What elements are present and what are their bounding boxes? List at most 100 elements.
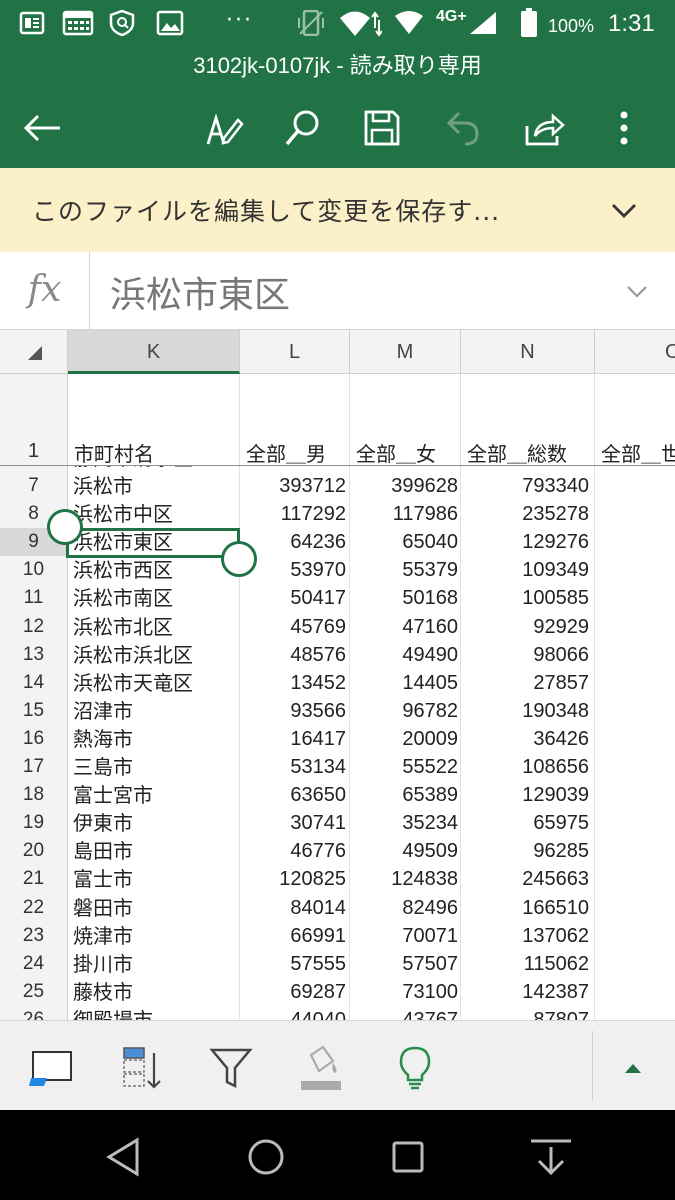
cell-total[interactable]: 96285 (461, 837, 591, 865)
cell-female[interactable]: 65389 (350, 781, 460, 809)
cell-municipality[interactable]: 沼津市 (73, 697, 238, 725)
row-number[interactable]: 22 (0, 893, 68, 922)
cell-female[interactable]: 70071 (350, 922, 460, 950)
table-row[interactable]: 12 浜松市北区 45769 47160 92929 (0, 612, 675, 641)
row-number[interactable]: 11 (0, 584, 68, 613)
formula-value[interactable]: 浜松市東区 (110, 266, 290, 318)
edit-notice-banner[interactable]: このファイルを編集して変更を保存す... (0, 168, 675, 252)
row-number[interactable]: 15 (0, 696, 68, 725)
header-cell[interactable]: 全部＿男 (240, 374, 350, 465)
cell-male[interactable]: 46776 (239, 837, 348, 865)
fill-color-icon[interactable] (296, 1043, 346, 1093)
edit-pen-icon[interactable] (202, 106, 246, 150)
table-row[interactable]: 18 富士宮市 63650 65389 129039 (0, 781, 675, 810)
header-cell[interactable]: 全部＿世 (595, 374, 675, 465)
header-cell[interactable]: 全部＿女 (350, 374, 461, 465)
cell-total[interactable]: 36426 (461, 725, 591, 753)
cell-female[interactable]: 49490 (350, 641, 460, 669)
sort-icon[interactable] (116, 1043, 166, 1093)
cell-total[interactable]: 87807 (461, 1006, 591, 1020)
cell-total[interactable]: 137062 (461, 922, 591, 950)
row-number[interactable]: 10 (0, 556, 68, 585)
row-number[interactable]: 17 (0, 753, 68, 782)
freeze-pane-icon[interactable] (26, 1043, 76, 1093)
row-number[interactable]: 18 (0, 781, 68, 810)
cell-municipality[interactable]: 掛川市 (73, 950, 238, 978)
table-row[interactable]: 17 三島市 53134 55522 108656 (0, 753, 675, 782)
filter-icon[interactable] (206, 1043, 256, 1093)
column-header-k[interactable]: K (68, 330, 240, 374)
cell-municipality[interactable]: 浜松市北区 (73, 613, 238, 641)
table-row[interactable]: 7 浜松市 393712 399628 793340 (0, 472, 675, 501)
cell-municipality[interactable]: 富士宮市 (73, 781, 238, 809)
table-row[interactable]: 14 浜松市天竜区 13452 14405 27857 (0, 668, 675, 697)
cell-female[interactable]: 117986 (350, 500, 460, 528)
cell-female[interactable]: 49509 (350, 837, 460, 865)
table-row[interactable]: 11 浜松市南区 50417 50168 100585 (0, 584, 675, 613)
row-number[interactable]: 24 (0, 949, 68, 978)
cell-total[interactable]: 235278 (461, 500, 591, 528)
cell-female[interactable]: 55522 (350, 753, 460, 781)
cell-female[interactable]: 399628 (350, 472, 460, 500)
header-cell[interactable]: 全部＿総数 (461, 374, 595, 465)
cell-municipality[interactable]: 浜松市 (73, 472, 238, 500)
cell-municipality[interactable]: 富士市 (73, 865, 238, 893)
cell-total[interactable]: 98066 (461, 641, 591, 669)
notification-down-icon[interactable] (526, 1132, 576, 1182)
undo-icon[interactable] (440, 106, 484, 150)
cell-male[interactable]: 57555 (239, 950, 348, 978)
save-icon[interactable] (360, 106, 404, 150)
back-arrow-icon[interactable] (20, 106, 64, 150)
cell-male[interactable]: 120825 (239, 865, 348, 893)
lightbulb-icon[interactable] (390, 1043, 440, 1093)
cell-municipality[interactable]: 浜松市南区 (73, 584, 238, 612)
table-row[interactable]: 26 御殿場市 44040 43767 87807 (0, 1005, 675, 1020)
column-header-o[interactable]: O (595, 330, 675, 374)
cell-total[interactable]: 109349 (461, 556, 591, 584)
cell-male[interactable]: 393712 (239, 472, 348, 500)
back-triangle-icon[interactable] (98, 1132, 148, 1182)
cell-male[interactable]: 13452 (239, 669, 348, 697)
cell-total[interactable]: 92929 (461, 613, 591, 641)
more-vertical-icon[interactable] (602, 106, 646, 150)
table-row[interactable]: 24 掛川市 57555 57507 115062 (0, 949, 675, 978)
cell-municipality[interactable]: 熱海市 (73, 725, 238, 753)
cell-municipality[interactable]: 浜松市浜北区 (73, 641, 238, 669)
cell-male[interactable]: 93566 (239, 697, 348, 725)
row-number[interactable]: 25 (0, 977, 68, 1006)
fx-icon[interactable]: fx (0, 252, 90, 330)
row-number[interactable]: 13 (0, 640, 68, 669)
cell-male[interactable]: 63650 (239, 781, 348, 809)
header-cell[interactable]: 市町村名 (68, 374, 240, 465)
cell-male[interactable]: 66991 (239, 922, 348, 950)
cell-female[interactable]: 96782 (350, 697, 460, 725)
chevron-down-icon[interactable] (608, 196, 640, 224)
row-number[interactable]: 21 (0, 865, 68, 894)
row-number[interactable]: 12 (0, 612, 68, 641)
cell-total[interactable]: 129276 (461, 528, 591, 556)
row-number[interactable]: 14 (0, 668, 68, 697)
cell-total[interactable]: 100585 (461, 584, 591, 612)
cell-female[interactable]: 65040 (350, 528, 460, 556)
cell-male[interactable]: 84014 (239, 894, 348, 922)
home-circle-icon[interactable] (241, 1132, 291, 1182)
recents-square-icon[interactable] (383, 1132, 433, 1182)
cell-total[interactable]: 190348 (461, 697, 591, 725)
table-row[interactable]: 21 富士市 120825 124838 245663 (0, 865, 675, 894)
table-row[interactable]: 16 熱海市 16417 20009 36426 (0, 724, 675, 754)
table-row[interactable]: 20 島田市 46776 49509 96285 (0, 837, 675, 866)
cell-municipality[interactable]: 島田市 (73, 837, 238, 865)
table-row[interactable]: 10 浜松市西区 53970 55379 109349 (0, 556, 675, 585)
cell-municipality[interactable]: 伊東市 (73, 809, 238, 837)
cell-male[interactable]: 44040 (239, 1006, 348, 1020)
cell-female[interactable]: 73100 (350, 978, 460, 1006)
cell-total[interactable]: 142387 (461, 978, 591, 1006)
cell-municipality[interactable]: 御殿場市 (73, 1006, 238, 1020)
column-header-l[interactable]: L (240, 330, 350, 374)
selection-handle-end[interactable] (221, 541, 257, 577)
cell-female[interactable]: 43767 (350, 1006, 460, 1020)
column-header-m[interactable]: M (350, 330, 461, 374)
cell-municipality[interactable]: 浜松市西区 (73, 556, 238, 584)
cell-total[interactable]: 793340 (461, 472, 591, 500)
chevron-down-icon[interactable] (622, 278, 652, 304)
